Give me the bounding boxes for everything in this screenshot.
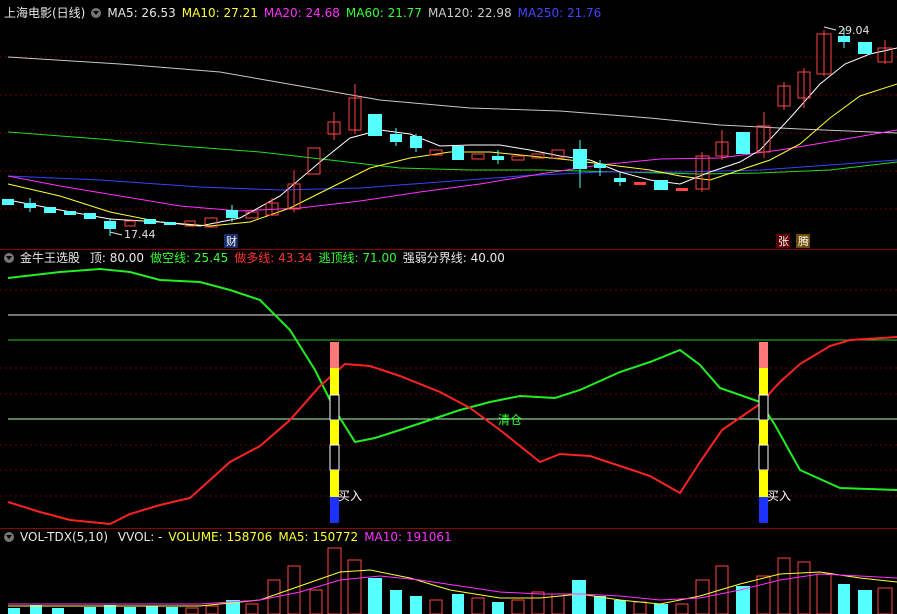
ma-legend: MA5: 26.53 MA10: 27.21 MA20: 24.68 MA60: 21…	[107, 6, 607, 20]
clear-position-label: 清仓	[498, 413, 522, 427]
high-price-pointer	[823, 26, 837, 31]
panel-menu-icon[interactable]	[4, 253, 14, 263]
volume-title: VOL-TDX(5,10)	[20, 530, 109, 544]
candle-21	[410, 134, 422, 152]
candle-41	[816, 30, 832, 76]
candle-39	[777, 82, 791, 110]
candle-43	[858, 42, 872, 54]
ma-value-2: MA20: 24.68	[263, 6, 340, 20]
candle-1	[2, 199, 14, 205]
ma-value-5: MA250: 21.76	[517, 6, 602, 20]
volume-value-2: MA5: 150772	[278, 530, 359, 544]
low-price-label: 17.44	[124, 228, 156, 241]
candle-33	[654, 180, 668, 190]
panel-menu-icon[interactable]	[4, 532, 14, 542]
low-price-pointer	[109, 231, 123, 236]
badge-cai[interactable]: 财	[226, 234, 237, 248]
badge-teng[interactable]: 腾	[798, 234, 809, 248]
indicator-legend: 顶: 80.00 做空线: 25.45 做多线: 43.34 逃顶线: 71.00 强弱…	[90, 251, 511, 265]
price-panel-header: 上海电影(日线) MA5: 26.53 MA10: 27.21 MA20: 24.68…	[4, 5, 613, 21]
indicator-panel-header: 金牛王选股 顶: 80.00 做空线: 25.45 做多线: 43.34 逃顶线: 7…	[4, 250, 517, 266]
price-grid	[0, 56, 897, 210]
ma250-line	[7, 159, 897, 191]
ma-value-4: MA120: 22.98	[427, 6, 512, 20]
candle-37	[736, 132, 750, 154]
high-price-label: 29.04	[838, 24, 870, 37]
candle-13	[245, 211, 259, 219]
candle-9	[164, 222, 176, 225]
candle-19	[368, 114, 382, 136]
indicator-value-4: 强弱分界线: 40.00	[402, 251, 505, 265]
candle-20	[390, 128, 402, 146]
volume-panel-header: VOL-TDX(5,10) VVOL: - VOLUME: 158706 MA5: …	[4, 529, 464, 545]
candle-2	[24, 198, 36, 212]
badge-zhang[interactable]: 张	[778, 235, 789, 248]
candle-32	[634, 182, 646, 185]
candle-29	[573, 140, 587, 188]
indicator-value-1: 做空线: 25.45	[150, 251, 229, 265]
candle-4	[64, 211, 76, 215]
indicator-title: 金牛王选股	[20, 251, 81, 265]
candle-18	[348, 84, 362, 134]
candle-17	[327, 112, 341, 140]
candle-36	[715, 130, 729, 160]
candle-24	[471, 153, 485, 160]
ma-value-1: MA10: 27.21	[181, 6, 258, 20]
candle-3	[44, 207, 56, 213]
stock-title: 上海电影(日线)	[4, 6, 86, 20]
indicator-value-0: 顶: 80.00	[89, 251, 145, 265]
buy-label-2: 买入	[767, 489, 791, 503]
volume-value-1: VOLUME: 158706	[168, 530, 273, 544]
ma-value-0: MA5: 26.53	[107, 6, 176, 20]
candle-28	[551, 149, 565, 159]
chart-canvas: 29.04 17.44 财 张 腾 买入 买入 清仓	[0, 24, 897, 614]
volume-legend: VVOL: - VOLUME: 158706 MA5: 150772 MA10: 19…	[118, 530, 458, 544]
candle-34	[676, 188, 688, 191]
ma-value-3: MA60: 21.77	[345, 6, 422, 20]
indicator-value-3: 逃顶线: 71.00	[318, 251, 397, 265]
indicator-value-2: 做多线: 43.34	[234, 251, 313, 265]
candle-7	[124, 220, 136, 227]
candle-23	[452, 146, 464, 160]
price-candles	[2, 28, 893, 236]
candle-8	[144, 219, 156, 224]
panel-menu-icon[interactable]	[91, 8, 102, 18]
candle-40	[797, 68, 811, 108]
buy-label-1: 买入	[338, 489, 362, 503]
candle-26	[511, 155, 525, 161]
candle-12	[226, 205, 238, 222]
candle-5	[84, 213, 96, 219]
candle-31	[614, 172, 626, 186]
volume-value-3: MA10: 191061	[364, 530, 452, 544]
candle-15	[287, 170, 301, 212]
volume-value-0: VVOL: -	[117, 530, 163, 544]
